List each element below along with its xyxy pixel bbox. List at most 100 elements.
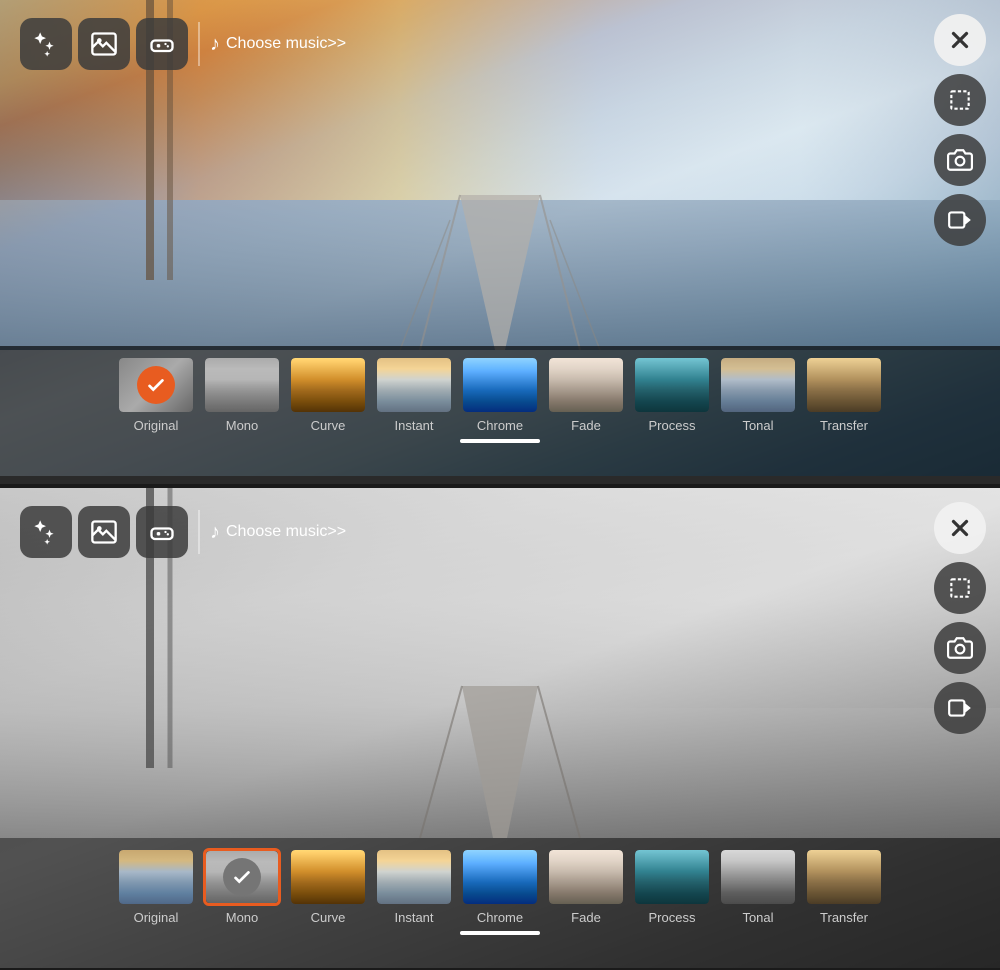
gamepad-tool-btn[interactable] <box>136 18 188 70</box>
filter-transfer-top[interactable]: Transfer <box>805 356 883 433</box>
filter-thumb-curve-top <box>289 356 367 414</box>
filter-label-curve-top: Curve <box>311 418 346 433</box>
filter-fade-bottom[interactable]: Fade <box>547 848 625 925</box>
curve-thumb-inner <box>291 358 365 412</box>
crop-icon-bottom <box>947 575 973 601</box>
close-btn-bottom[interactable] <box>934 502 986 554</box>
filter-strip-top: Original Mono Curve Ins <box>0 346 1000 476</box>
filter-thumb-original-bottom <box>117 848 195 906</box>
filter-thumb-fade-top <box>547 356 625 414</box>
filter-label-chrome-top: Chrome <box>477 418 523 433</box>
fade-thumb-inner <box>549 358 623 412</box>
filter-label-original-bottom: Original <box>134 910 179 925</box>
transfer-thumb-inner-bottom <box>807 850 881 904</box>
crop-btn-bottom[interactable] <box>934 562 986 614</box>
filter-strip-bottom: Original Mono Curve <box>0 838 1000 968</box>
filter-label-fade-top: Fade <box>571 418 601 433</box>
filter-mono-top[interactable]: Mono <box>203 356 281 433</box>
filter-process-top[interactable]: Process <box>633 356 711 433</box>
close-btn-top[interactable] <box>934 14 986 66</box>
chrome-thumb-inner-bottom <box>463 850 537 904</box>
music-icon: ♪ <box>210 33 220 56</box>
filter-label-tonal-bottom: Tonal <box>742 910 773 925</box>
right-buttons-top <box>934 14 986 246</box>
filter-label-fade-bottom: Fade <box>571 910 601 925</box>
video-btn-top[interactable] <box>934 194 986 246</box>
process-thumb-inner <box>635 358 709 412</box>
crop-btn-top[interactable] <box>934 74 986 126</box>
video-icon-bottom <box>947 695 973 721</box>
gallery-tool-btn-bottom[interactable] <box>78 506 130 558</box>
top-panel: ♪ Choose music>> <box>0 0 1000 480</box>
video-btn-bottom[interactable] <box>934 682 986 734</box>
filter-fade-top[interactable]: Fade <box>547 356 625 433</box>
filter-instant-bottom[interactable]: Instant <box>375 848 453 925</box>
mono-thumb-inner-bottom <box>206 851 278 903</box>
original-thumb-inner-bottom <box>119 850 193 904</box>
process-thumb-inner-bottom <box>635 850 709 904</box>
filter-tonal-bottom[interactable]: Tonal <box>719 848 797 925</box>
filter-label-transfer-bottom: Transfer <box>820 910 868 925</box>
filter-label-instant-top: Instant <box>394 418 433 433</box>
chrome-thumb-inner <box>463 358 537 412</box>
gallery-tool-btn[interactable] <box>78 18 130 70</box>
filter-label-mono-top: Mono <box>226 418 259 433</box>
toolbar-separator <box>198 22 200 66</box>
tonal-thumb-inner-bottom <box>721 850 795 904</box>
filter-label-mono-bottom: Mono <box>226 910 259 925</box>
scroll-indicator-bottom <box>460 931 540 935</box>
panel-divider <box>0 480 1000 484</box>
music-btn[interactable]: ♪ Choose music>> <box>210 33 346 56</box>
music-label-text: Choose music>> <box>226 35 346 53</box>
filter-tonal-top[interactable]: Tonal <box>719 356 797 433</box>
filter-process-bottom[interactable]: Process <box>633 848 711 925</box>
filter-thumb-transfer-bottom <box>805 848 883 906</box>
video-icon <box>947 207 973 233</box>
filter-thumb-instant-bottom <box>375 848 453 906</box>
filter-label-original-top: Original <box>134 418 179 433</box>
filter-original-bottom[interactable]: Original <box>117 848 195 925</box>
magic-tool-btn-bottom[interactable] <box>20 506 72 558</box>
music-label-text-bottom: Choose music>> <box>226 523 346 541</box>
filter-items-bottom: Original Mono Curve <box>101 848 899 925</box>
filter-chrome-top[interactable]: Chrome <box>461 356 539 433</box>
check-circle-top <box>137 366 175 404</box>
gallery-icon-bottom <box>90 518 118 546</box>
curve-thumb-inner-bottom <box>291 850 365 904</box>
filter-instant-top[interactable]: Instant <box>375 356 453 433</box>
close-icon <box>947 27 973 53</box>
filter-original-top[interactable]: Original <box>117 356 195 433</box>
mono-thumb-inner <box>205 358 279 412</box>
music-icon-bottom: ♪ <box>210 521 220 544</box>
filter-label-tonal-top: Tonal <box>742 418 773 433</box>
camera-btn-bottom[interactable] <box>934 622 986 674</box>
magic-icon <box>32 30 60 58</box>
filter-curve-bottom[interactable]: Curve <box>289 848 367 925</box>
right-buttons-bottom <box>934 502 986 734</box>
instant-thumb-inner-bottom <box>377 850 451 904</box>
camera-icon-bottom <box>947 635 973 661</box>
gamepad-icon <box>148 30 176 58</box>
bottom-panel: ♪ Choose music>> <box>0 488 1000 968</box>
filter-items-top: Original Mono Curve Ins <box>101 356 899 433</box>
filter-label-process-top: Process <box>649 418 696 433</box>
filter-thumb-chrome-bottom <box>461 848 539 906</box>
filter-thumb-instant-top <box>375 356 453 414</box>
gallery-icon <box>90 30 118 58</box>
crop-icon <box>947 87 973 113</box>
gamepad-icon-bottom <box>148 518 176 546</box>
gamepad-tool-btn-bottom[interactable] <box>136 506 188 558</box>
camera-btn-top[interactable] <box>934 134 986 186</box>
filter-transfer-bottom[interactable]: Transfer <box>805 848 883 925</box>
fade-thumb-inner-bottom <box>549 850 623 904</box>
scroll-indicator-top <box>460 439 540 443</box>
filter-mono-bottom[interactable]: Mono <box>203 848 281 925</box>
music-btn-bottom[interactable]: ♪ Choose music>> <box>210 521 346 544</box>
filter-thumb-process-bottom <box>633 848 711 906</box>
filter-curve-top[interactable]: Curve <box>289 356 367 433</box>
filter-chrome-bottom[interactable]: Chrome <box>461 848 539 925</box>
magic-tool-btn[interactable] <box>20 18 72 70</box>
toolbar-top: ♪ Choose music>> <box>20 18 346 70</box>
tonal-thumb-inner <box>721 358 795 412</box>
transfer-thumb-inner <box>807 358 881 412</box>
